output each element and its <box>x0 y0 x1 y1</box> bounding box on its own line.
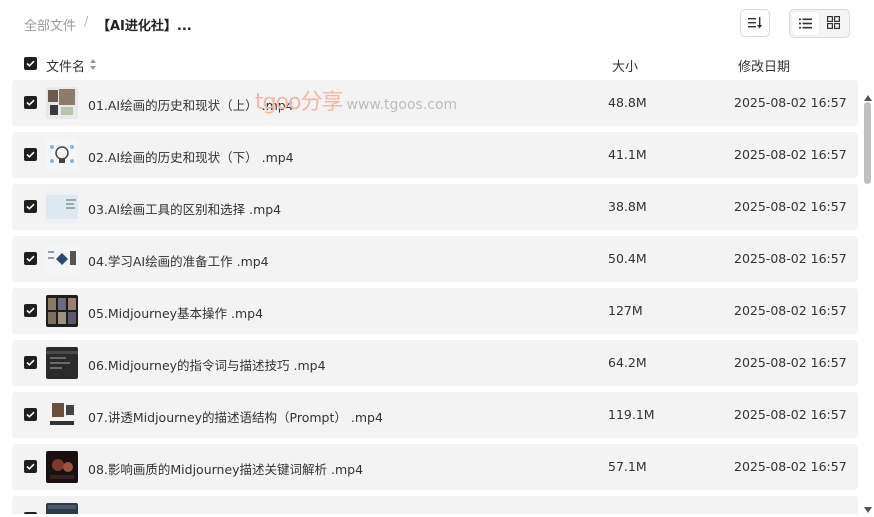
file-row[interactable] <box>12 496 858 514</box>
file-name[interactable]: 06.Midjourney的指令词与描述技巧 .mp4 <box>88 355 326 374</box>
video-thumbnail <box>46 139 78 171</box>
file-size: 127M <box>608 303 643 318</box>
grid-view-icon <box>827 14 841 33</box>
file-name[interactable]: 02.AI绘画的历史和现状（下） .mp4 <box>88 147 294 166</box>
file-row[interactable]: 08.影响画质的Midjourney描述关键词解析 .mp4 57.1M 202… <box>12 444 858 490</box>
video-thumbnail <box>46 243 78 275</box>
breadcrumb-separator: / <box>84 15 89 30</box>
file-date: 2025-08-02 16:57 <box>734 303 847 318</box>
scroll-down-arrow-icon[interactable] <box>864 498 872 517</box>
file-list: 01.AI绘画的历史和现状（上） .mp4 48.8M 2025-08-02 1… <box>0 80 862 514</box>
file-size: 41.1M <box>608 147 647 162</box>
file-date: 2025-08-02 16:57 <box>734 407 847 422</box>
breadcrumb-current: 【AI进化社】... <box>97 19 192 34</box>
video-thumbnail <box>46 399 78 431</box>
row-checkbox[interactable] <box>24 304 37 317</box>
breadcrumb-root[interactable]: 全部文件 <box>24 15 76 34</box>
file-size: 57.1M <box>608 459 647 474</box>
file-name[interactable]: 01.AI绘画的历史和现状（上） .mp4 <box>88 95 294 114</box>
file-row[interactable]: 06.Midjourney的指令词与描述技巧 .mp4 64.2M 2025-0… <box>12 340 858 386</box>
row-checkbox[interactable] <box>24 96 37 109</box>
sort-button[interactable] <box>740 9 770 37</box>
file-size: 50.4M <box>608 251 647 266</box>
row-checkbox[interactable] <box>24 200 37 213</box>
file-row[interactable]: 04.学习AI绘画的准备工作 .mp4 50.4M 2025-08-02 16:… <box>12 236 858 282</box>
list-view-button[interactable] <box>792 12 819 35</box>
top-bar: 全部文件 / 【AI进化社】... <box>0 0 874 48</box>
column-name-header[interactable]: 文件名 <box>46 56 85 75</box>
row-checkbox[interactable] <box>24 460 37 473</box>
sort-arrows-icon[interactable] <box>89 57 97 71</box>
file-name[interactable]: 07.讲透Midjourney的描述语结构（Prompt） .mp4 <box>88 407 383 426</box>
file-name[interactable]: 04.学习AI绘画的准备工作 .mp4 <box>88 251 269 270</box>
file-date: 2025-08-02 16:57 <box>734 199 847 214</box>
video-thumbnail <box>46 503 78 514</box>
file-row[interactable]: 03.AI绘画工具的区别和选择 .mp4 38.8M 2025-08-02 16… <box>12 184 858 230</box>
file-name[interactable]: 08.影响画质的Midjourney描述关键词解析 .mp4 <box>88 459 363 478</box>
sort-list-icon <box>748 14 762 33</box>
video-thumbnail <box>46 451 78 483</box>
row-checkbox[interactable] <box>24 148 37 161</box>
file-row[interactable]: 02.AI绘画的历史和现状（下） .mp4 41.1M 2025-08-02 1… <box>12 132 858 178</box>
file-name[interactable]: 05.Midjourney基本操作 .mp4 <box>88 303 263 322</box>
view-toggle-group <box>789 9 850 38</box>
row-checkbox[interactable] <box>24 356 37 369</box>
file-date: 2025-08-02 16:57 <box>734 95 847 110</box>
column-date-header: 修改日期 <box>738 60 791 75</box>
row-checkbox[interactable] <box>24 252 37 265</box>
video-thumbnail <box>46 295 78 327</box>
file-size: 64.2M <box>608 355 647 370</box>
file-size: 48.8M <box>608 95 647 110</box>
select-all-checkbox[interactable] <box>24 57 37 70</box>
file-date: 2025-08-02 16:57 <box>734 459 847 474</box>
file-size: 119.1M <box>608 407 655 422</box>
file-date: 2025-08-02 16:57 <box>734 147 847 162</box>
grid-view-button[interactable] <box>821 12 848 35</box>
column-header: 文件名 大小 修改日期 <box>0 48 874 80</box>
row-checkbox[interactable] <box>24 408 37 421</box>
file-date: 2025-08-02 16:57 <box>734 355 847 370</box>
file-size: 38.8M <box>608 199 647 214</box>
file-row[interactable]: 05.Midjourney基本操作 .mp4 127M 2025-08-02 1… <box>12 288 858 334</box>
scrollbar-thumb[interactable] <box>864 102 871 184</box>
file-date: 2025-08-02 16:57 <box>734 251 847 266</box>
scrollbar[interactable] <box>862 80 874 514</box>
file-row[interactable]: 07.讲透Midjourney的描述语结构（Prompt） .mp4 119.1… <box>12 392 858 438</box>
file-name[interactable]: 03.AI绘画工具的区别和选择 .mp4 <box>88 199 281 218</box>
video-thumbnail <box>46 87 78 119</box>
file-row[interactable]: 01.AI绘画的历史和现状（上） .mp4 48.8M 2025-08-02 1… <box>12 80 858 126</box>
video-thumbnail <box>46 191 78 223</box>
video-thumbnail <box>46 347 78 379</box>
column-size-header: 大小 <box>612 60 639 75</box>
list-view-icon <box>798 14 812 33</box>
